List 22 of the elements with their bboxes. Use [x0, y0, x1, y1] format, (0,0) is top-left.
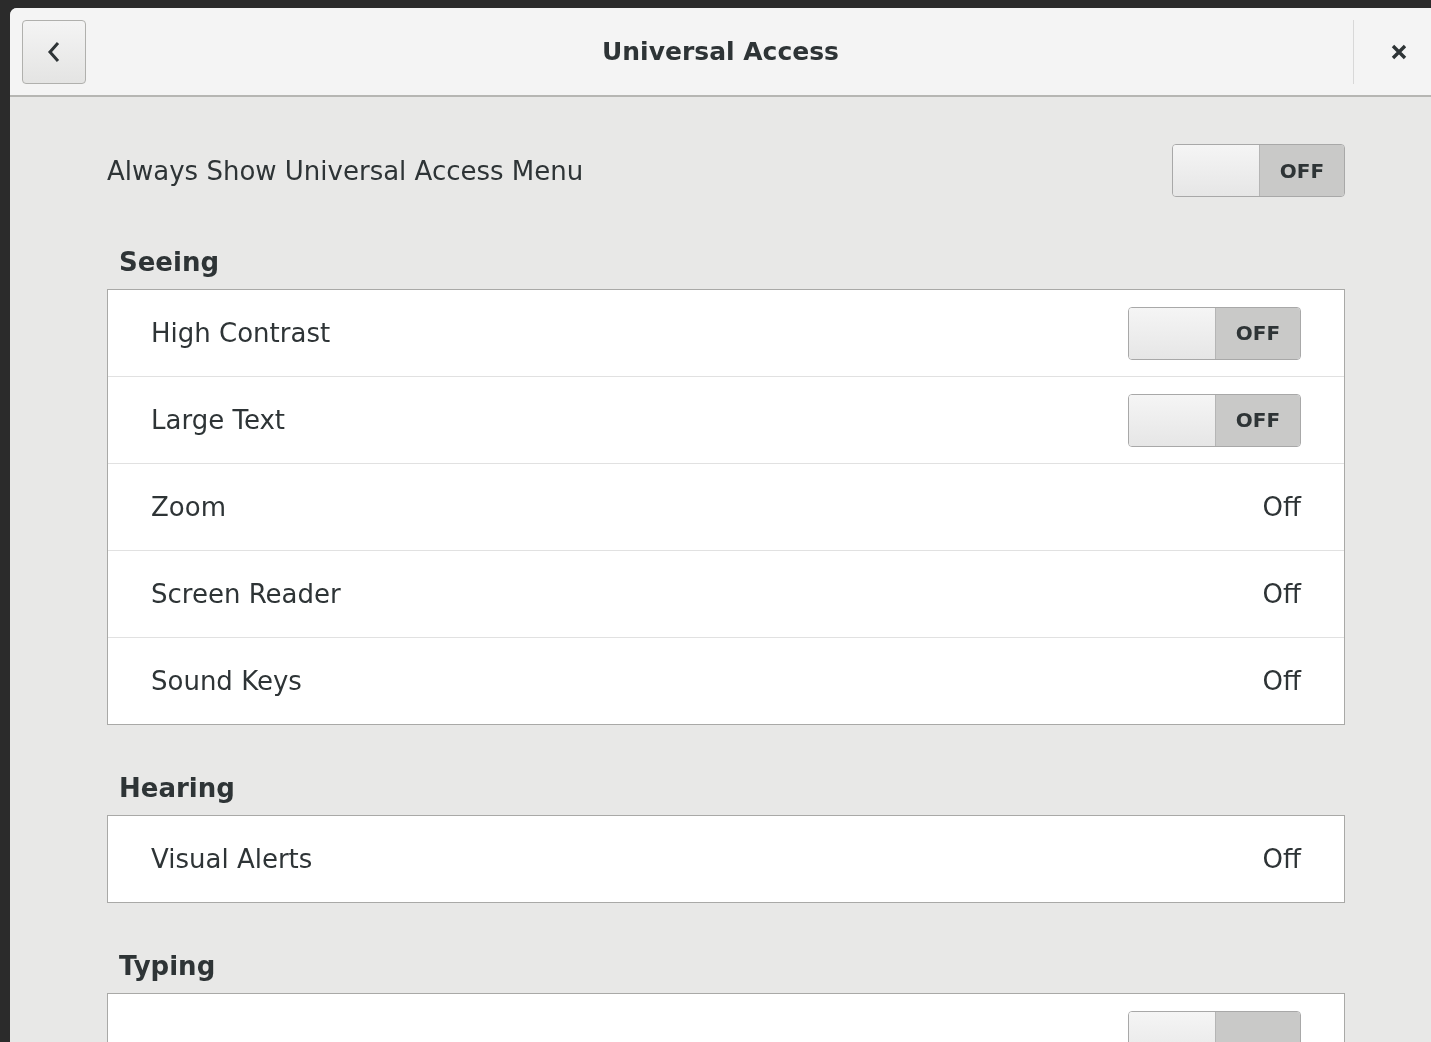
close-button[interactable] — [1391, 43, 1407, 60]
setting-label: Zoom — [151, 492, 226, 522]
setting-label: Screen Reader — [151, 579, 341, 609]
back-icon — [47, 39, 61, 64]
setting-value: Off — [1262, 666, 1301, 696]
section-heading: Seeing — [119, 247, 221, 277]
setting-value: Off — [1262, 579, 1301, 609]
setting-label: High Contrast — [151, 318, 331, 348]
back-button[interactable] — [22, 19, 86, 84]
toggle-switch[interactable]: OFF — [1128, 306, 1301, 360]
setting-label: Always Show Universal Access Menu — [107, 155, 584, 186]
toggle-switch[interactable]: OFF — [1172, 144, 1345, 197]
setting-value: Off — [1262, 844, 1301, 874]
setting-label: Large Text — [151, 405, 285, 435]
setting-label: Visual Alerts — [151, 844, 313, 874]
window-title: Universal Access — [602, 37, 839, 66]
setting-label: Sound Keys — [151, 666, 302, 696]
toggle-switch[interactable]: OFF — [1128, 393, 1301, 447]
section-heading: Hearing — [119, 773, 236, 803]
close-icon — [1391, 43, 1407, 60]
section-heading: Typing — [119, 951, 217, 981]
setting-value: Off — [1262, 492, 1301, 522]
